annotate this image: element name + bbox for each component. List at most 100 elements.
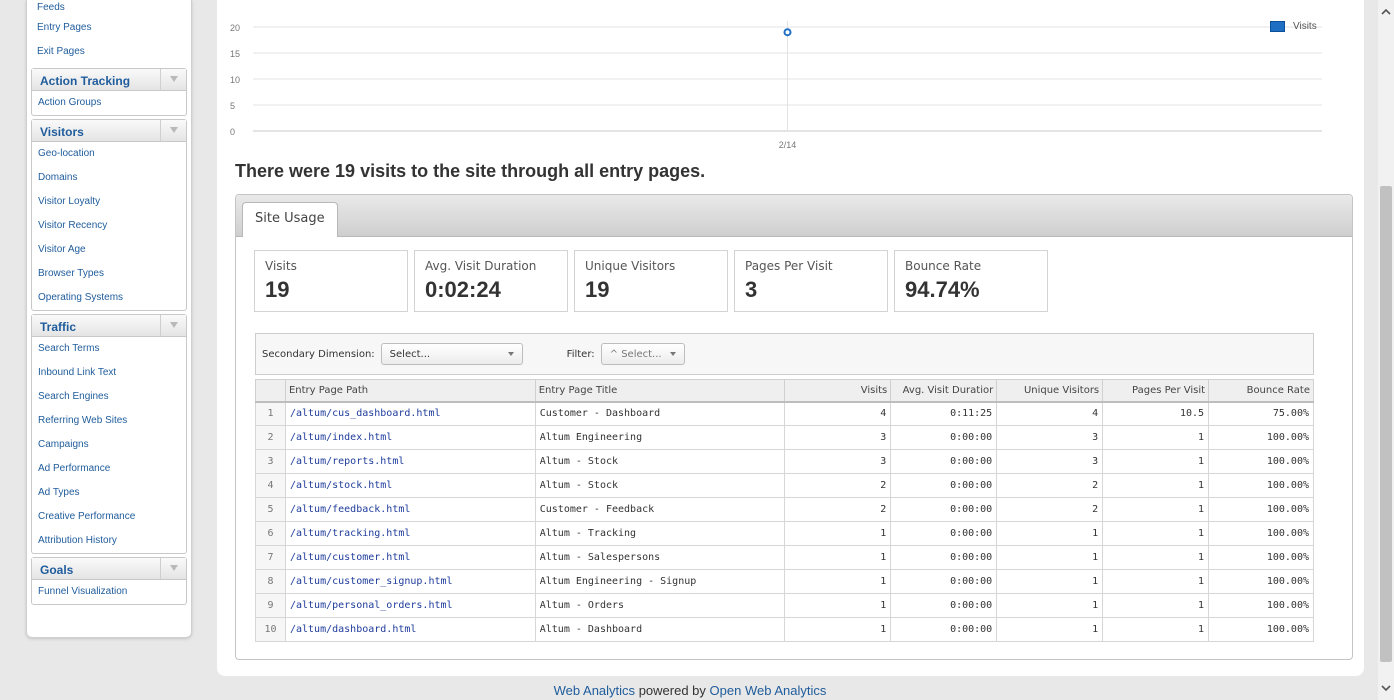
entry-page-path-link[interactable]: /altum/stock.html bbox=[290, 480, 392, 491]
entry-page-path-link[interactable]: /altum/reports.html bbox=[290, 456, 404, 467]
sidebar-link[interactable]: Inbound Link Text bbox=[32, 361, 186, 385]
table-cell: Altum Engineering - Signup bbox=[534, 569, 786, 594]
table-cell: 10.5 bbox=[1102, 400, 1210, 426]
sidebar-group-title: Goals bbox=[40, 563, 74, 577]
footer-powered-by: powered by bbox=[638, 683, 706, 698]
column-header[interactable]: Entry Page Path bbox=[284, 379, 536, 402]
sidebar-link[interactable]: Domains bbox=[32, 166, 186, 190]
sidebar-link[interactable]: Ad Types bbox=[32, 481, 186, 505]
sidebar-group-title: Action Tracking bbox=[40, 74, 131, 88]
sidebar-group-header[interactable]: Action Tracking bbox=[32, 69, 186, 91]
row-number: 9 bbox=[255, 593, 286, 618]
sidebar-group-header[interactable]: Visitors bbox=[32, 120, 186, 142]
secondary-dimension-select[interactable]: Select... bbox=[380, 343, 523, 365]
secondary-dimension-label: Secondary Dimension: bbox=[262, 348, 375, 360]
table-cell: 2 bbox=[996, 497, 1104, 522]
table-cell: 1 bbox=[784, 593, 892, 618]
table-cell: Customer - Dashboard bbox=[534, 400, 786, 426]
table-cell: 0:00:00 bbox=[890, 497, 998, 522]
sidebar-group-header[interactable]: Traffic bbox=[32, 315, 186, 337]
table-header-row: Entry Page Path Entry Page Title Visits Avg… bbox=[255, 379, 1314, 402]
sidebar-link[interactable]: Feeds bbox=[27, 0, 191, 16]
filter-caret-icon: ^ bbox=[609, 348, 622, 360]
entry-page-path-cell: /altum/tracking.html bbox=[284, 521, 536, 546]
report-headline: There were 19 visits to the site through… bbox=[235, 161, 706, 181]
row-number: 1 bbox=[255, 400, 286, 426]
entry-page-path-cell: /altum/dashboard.html bbox=[284, 617, 536, 642]
entry-page-path-link[interactable]: /altum/customer.html bbox=[290, 552, 410, 563]
sidebar-link[interactable]: Funnel Visualization bbox=[32, 580, 186, 604]
y-tick-label: 10 bbox=[230, 75, 240, 85]
table-cell: 1 bbox=[784, 545, 892, 570]
entry-page-path-link[interactable]: /altum/dashboard.html bbox=[290, 624, 416, 635]
table-cell: 0:00:00 bbox=[890, 521, 998, 546]
collapse-triangle-icon[interactable] bbox=[160, 120, 186, 141]
report-sidebar: Feeds Entry Pages Exit Pages Action Trackin… bbox=[26, 0, 192, 638]
filter-select[interactable]: ^ Select... bbox=[600, 343, 685, 365]
page-footer: Web Analytics powered by Open Web Analyt… bbox=[0, 683, 1380, 698]
table-cell: 1 bbox=[784, 569, 892, 594]
tab-site-usage[interactable]: Site Usage bbox=[242, 202, 338, 237]
table-cell: 1 bbox=[996, 569, 1104, 594]
visits-chart: 0 5 10 15 20 2/14 Visits bbox=[217, 0, 1364, 155]
entry-page-path-link[interactable]: /altum/tracking.html bbox=[290, 528, 410, 539]
page-scrollbar[interactable] bbox=[1378, 0, 1394, 700]
scrollbar-thumb[interactable] bbox=[1380, 186, 1392, 662]
sidebar-group-header[interactable]: Goals bbox=[32, 558, 186, 580]
table-cell: 100.00% bbox=[1208, 497, 1314, 522]
entry-page-path-link[interactable]: /altum/cus_dashboard.html bbox=[290, 408, 441, 419]
open-web-analytics-link[interactable]: Open Web Analytics bbox=[710, 683, 827, 698]
sidebar-link[interactable]: Operating Systems bbox=[32, 286, 186, 310]
sidebar-link[interactable]: Creative Performance bbox=[32, 505, 186, 529]
sidebar-link[interactable]: Visitor Loyalty bbox=[32, 190, 186, 214]
entry-page-path-link[interactable]: /altum/index.html bbox=[290, 432, 392, 443]
chart-legend[interactable]: Visits bbox=[1270, 21, 1317, 32]
table-cell: 1 bbox=[996, 545, 1104, 570]
sidebar-link[interactable]: Entry Pages bbox=[27, 16, 191, 40]
chevron-down-icon[interactable] bbox=[1378, 680, 1394, 696]
table-cell: 0:00:00 bbox=[890, 617, 998, 642]
column-header[interactable]: Unique Visitors bbox=[996, 379, 1104, 402]
table-cell: Altum - Stock bbox=[534, 449, 786, 474]
collapse-triangle-icon[interactable] bbox=[160, 558, 186, 579]
entry-page-path-link[interactable]: /altum/personal_orders.html bbox=[290, 600, 453, 611]
kpi-label: Unique Visitors bbox=[585, 259, 676, 273]
web-analytics-link[interactable]: Web Analytics bbox=[554, 683, 635, 698]
column-header[interactable]: Bounce Rate bbox=[1208, 379, 1314, 402]
table-cell: 4 bbox=[784, 400, 892, 426]
sidebar-link[interactable]: Visitor Age bbox=[32, 238, 186, 262]
entry-page-path-link[interactable]: /altum/feedback.html bbox=[290, 504, 410, 515]
column-header[interactable]: Pages Per Visit bbox=[1102, 379, 1210, 402]
sidebar-link[interactable]: Visitor Recency bbox=[32, 214, 186, 238]
sidebar-link[interactable]: Search Engines bbox=[32, 385, 186, 409]
kpi-value: 94.74% bbox=[905, 277, 980, 302]
table-cell: 0:11:25 bbox=[890, 400, 998, 426]
sidebar-link[interactable]: Ad Performance bbox=[32, 457, 186, 481]
chevron-up-icon[interactable] bbox=[1378, 4, 1394, 20]
sidebar-link[interactable]: Campaigns bbox=[32, 433, 186, 457]
sidebar-link[interactable]: Geo-location bbox=[32, 142, 186, 166]
sidebar-link[interactable]: Exit Pages bbox=[27, 40, 191, 64]
data-point-visits[interactable] bbox=[783, 28, 792, 37]
row-number-header bbox=[255, 379, 286, 402]
entry-page-path-link[interactable]: /altum/customer_signup.html bbox=[290, 576, 453, 587]
sidebar-link[interactable]: Browser Types bbox=[32, 262, 186, 286]
table-cell: 0:00:00 bbox=[890, 449, 998, 474]
column-header[interactable]: Avg. Visit Duratior bbox=[890, 379, 998, 402]
sidebar-link[interactable]: Search Terms bbox=[32, 337, 186, 361]
collapse-triangle-icon[interactable] bbox=[160, 315, 186, 336]
kpi-value: 0:02:24 bbox=[425, 277, 501, 302]
column-header[interactable]: Entry Page Title bbox=[534, 379, 786, 402]
app-window: Feeds Entry Pages Exit Pages Action Trackin… bbox=[0, 0, 1394, 700]
sidebar-link[interactable]: Referring Web Sites bbox=[32, 409, 186, 433]
table-row: 8/altum/customer_signup.html Altum Engine… bbox=[255, 569, 1314, 594]
collapse-triangle-icon[interactable] bbox=[160, 69, 186, 90]
table-cell: 1 bbox=[1102, 425, 1210, 450]
entry-page-path-cell: /altum/stock.html bbox=[284, 473, 536, 498]
sidebar-link[interactable]: Action Groups bbox=[32, 91, 186, 115]
table-cell: 100.00% bbox=[1208, 569, 1314, 594]
sidebar-group-title: Visitors bbox=[40, 125, 84, 139]
column-header[interactable]: Visits bbox=[784, 379, 892, 402]
sidebar-link[interactable]: Attribution History bbox=[32, 529, 186, 553]
site-usage-box: Site Usage Visits 19 Avg. Visit Duration 0:… bbox=[235, 194, 1353, 660]
